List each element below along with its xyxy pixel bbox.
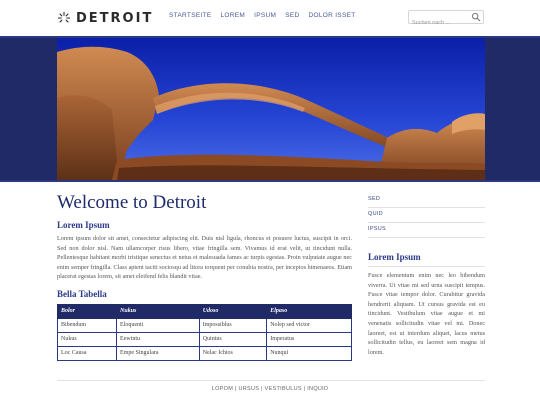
sidebar: SED QUID IPSUS Lorem Ipsum Fusce element… bbox=[368, 193, 485, 357]
nav-item-sed[interactable]: SED bbox=[285, 12, 299, 19]
table-cell: Nelac Ichios bbox=[198, 345, 268, 361]
search-input[interactable] bbox=[409, 17, 469, 29]
logo-text: DETROIT bbox=[76, 10, 154, 26]
footer-divider bbox=[57, 380, 485, 381]
table-row: Loc Causa Empe Singulara Nelac Ichios Nu… bbox=[56, 345, 352, 361]
table-header-row: Bolor Nukus Udoso Elpaso bbox=[56, 303, 352, 319]
footer-links[interactable]: LOPOM | URSUS | VESTIBULUS | INQUID bbox=[0, 386, 540, 392]
table-header-cell: Bolor bbox=[56, 303, 118, 319]
table-cell: Bibendum bbox=[56, 317, 118, 333]
search-icon[interactable] bbox=[471, 12, 481, 22]
nav-item-ipsum[interactable]: IPSUM bbox=[254, 12, 276, 19]
main-content: Welcome to Detroit Lorem Ipsum Lorem ips… bbox=[56, 192, 352, 361]
table-row: Bibendum Eloquenti Impossiblus Nolep sed… bbox=[56, 317, 352, 333]
logo[interactable]: DETROIT bbox=[57, 9, 153, 27]
table-header-cell: Elpaso bbox=[266, 303, 352, 319]
banner-image bbox=[57, 38, 485, 180]
table-header-cell: Udoso bbox=[198, 303, 268, 319]
site-header: DETROIT STARTSEITE LOREM IPSUM SED DOLOR… bbox=[0, 0, 540, 36]
table-cell: Nukus bbox=[56, 331, 118, 347]
table-row: Nukus Eewintu Quintus Imperatus bbox=[56, 331, 352, 347]
search-box bbox=[408, 10, 484, 29]
sidebar-item-sed[interactable]: SED bbox=[368, 193, 485, 208]
sidebar-item-quid[interactable]: QUID bbox=[368, 208, 485, 223]
table-cell: Empe Singulara bbox=[116, 345, 200, 361]
table-cell: Nunqui bbox=[266, 345, 352, 361]
table-title: Bella Tabella bbox=[57, 288, 107, 299]
main-nav: STARTSEITE LOREM IPSUM SED DOLOR ISSET bbox=[169, 12, 365, 19]
intro-paragraph: Lorem ipsum dolor sit amet, consectetur … bbox=[57, 235, 352, 281]
sidebar-item-ipsus[interactable]: IPSUS bbox=[368, 223, 485, 238]
nav-item-lorem[interactable]: LOREM bbox=[221, 12, 246, 19]
sidebar-paragraph: Fusce elementum enim nec leo bibendum vi… bbox=[368, 272, 485, 356]
table-cell: Nolep sed victor bbox=[266, 317, 352, 333]
table-header-cell: Nukus bbox=[116, 303, 200, 319]
sidebar-menu: SED QUID IPSUS bbox=[368, 193, 485, 238]
table-cell: Imperatus bbox=[266, 331, 352, 347]
table-cell: Impossiblus bbox=[198, 317, 268, 333]
data-table: Bolor Nukus Udoso Elpaso Bibendum Eloque… bbox=[56, 303, 352, 361]
nav-item-dolor-isset[interactable]: DOLOR ISSET bbox=[308, 12, 355, 19]
sidebar-title: Lorem Ipsum bbox=[368, 252, 485, 267]
table-cell: Eewintu bbox=[116, 331, 200, 347]
page-title: Welcome to Detroit bbox=[57, 192, 207, 213]
section-title: Lorem Ipsum bbox=[57, 220, 110, 230]
table-cell: Eloquenti bbox=[116, 317, 200, 333]
sunburst-logo-icon bbox=[57, 11, 71, 23]
table-cell: Quintus bbox=[198, 331, 268, 347]
nav-item-startseite[interactable]: STARTSEITE bbox=[169, 12, 212, 19]
table-cell: Loc Causa bbox=[56, 345, 118, 361]
